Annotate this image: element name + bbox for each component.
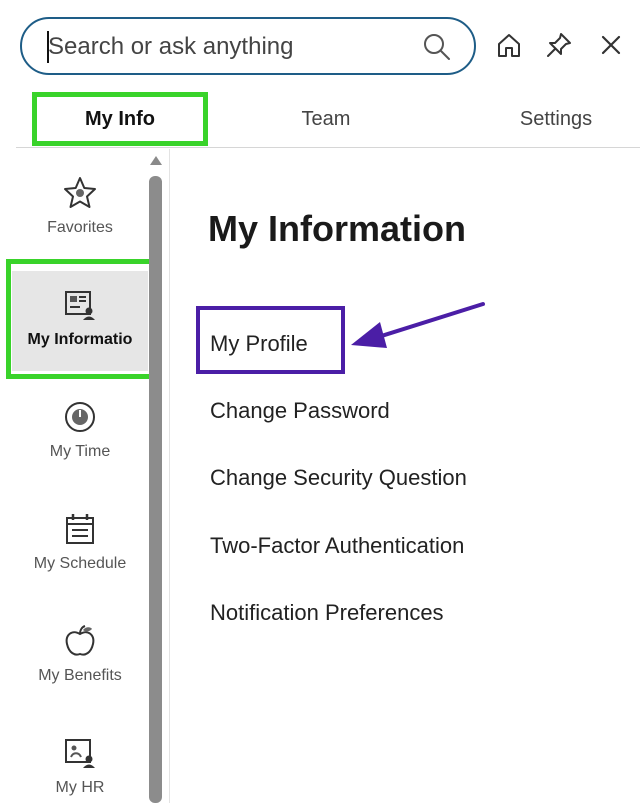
calendar-icon [66,514,94,544]
sidebar-item-label: My Time [49,443,111,460]
tab-settings[interactable]: Settings [486,92,626,146]
sidebar-item-my-time[interactable]: My Time [12,383,148,483]
sidebar: Favorites My Informatio My Time My Sched… [0,149,170,803]
clock-icon [65,402,95,432]
star-icon [64,177,96,208]
text-cursor [47,31,49,63]
sidebar-item-label: Favorites [47,219,113,236]
change-password-link[interactable]: Change Password [210,398,390,424]
search-input[interactable] [48,29,408,65]
sidebar-item-label: My Benefits [38,667,122,684]
annotation-arrow [351,302,485,348]
sidebar-item-label: My Schedule [33,555,127,572]
sidebar-item-my-hr[interactable]: My HR [12,719,148,803]
sidebar-item-my-benefits[interactable]: My Benefits [12,607,148,707]
pin-icon[interactable] [544,30,574,60]
tab-bar: My Info Team Settings [16,92,640,148]
my-profile-highlight-box [196,306,345,374]
scroll-up-arrow[interactable] [150,156,162,165]
sidebar-item-my-schedule[interactable]: My Schedule [12,495,148,595]
search-box[interactable] [20,17,476,75]
two-factor-authentication-link[interactable]: Two-Factor Authentication [210,533,464,559]
sidebar-item-label: My HR [55,779,105,796]
apple-icon [65,625,95,656]
notification-preferences-link[interactable]: Notification Preferences [210,600,444,626]
change-security-question-link[interactable]: Change Security Question [210,465,467,491]
home-icon[interactable] [494,30,524,60]
close-icon[interactable] [596,30,626,60]
tab-team[interactable]: Team [266,92,386,146]
search-icon[interactable] [422,32,452,62]
scrollbar-thumb[interactable] [149,176,162,803]
top-bar [0,0,640,90]
hr-document-icon [65,739,95,768]
sidebar-highlight-box [6,259,160,379]
sidebar-item-favorites[interactable]: Favorites [12,159,148,259]
page-title: My Information [208,208,466,249]
tab-my-info[interactable]: My Info [32,92,208,146]
